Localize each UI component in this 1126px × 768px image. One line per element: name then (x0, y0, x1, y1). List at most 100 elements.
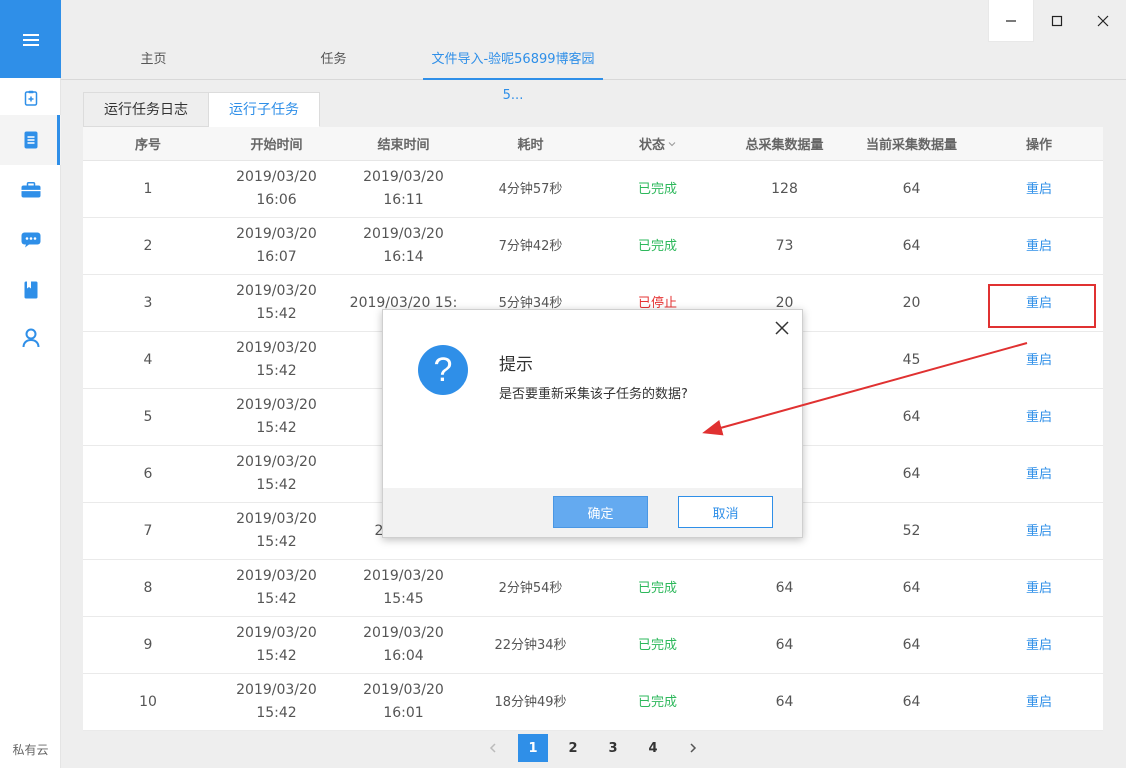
page-button-4[interactable]: 4 (638, 734, 668, 762)
cell-current-count: 64 (848, 617, 975, 673)
cell-current-count: 52 (848, 503, 975, 559)
cell-start-time: 2019/03/20 15:42 (213, 446, 340, 502)
clipboard-add-icon (24, 90, 37, 106)
cell-end-time-text: 2019/03/20 16:01 (363, 682, 444, 721)
restart-link[interactable]: 重启 (1026, 463, 1052, 486)
dialog-close-button[interactable] (774, 320, 790, 336)
page-button-2[interactable]: 2 (558, 734, 588, 762)
cell-start-time: 2019/03/20 15:42 (213, 275, 340, 331)
restart-link[interactable]: 重启 (1026, 235, 1052, 258)
prev-page-button[interactable] (478, 734, 508, 762)
window-controls (988, 0, 1126, 42)
sidebar-item-document[interactable] (0, 115, 61, 165)
minimize-button[interactable] (988, 0, 1034, 42)
status-text: 已完成 (637, 238, 677, 254)
cell-start-time-text: 2019/03/20 15:42 (236, 625, 317, 664)
restart-link[interactable]: 重启 (1026, 406, 1052, 429)
next-page-button[interactable] (678, 734, 708, 762)
restart-link[interactable]: 重启 (1026, 691, 1052, 714)
cell-total-count: 73 (721, 218, 848, 274)
cell-duration: 2分钟54秒 (467, 560, 594, 616)
sidebar-item-user[interactable] (0, 313, 61, 363)
restart-link[interactable]: 重启 (1026, 634, 1052, 657)
cancel-button[interactable]: 取消 (678, 496, 773, 528)
restart-link[interactable]: 重启 (1026, 349, 1052, 372)
cell-duration-text: 2分钟54秒 (498, 580, 563, 596)
tab-tasks[interactable]: 任务 (281, 42, 386, 80)
cell-start-time: 2019/03/20 15:42 (213, 389, 340, 445)
restart-link[interactable]: 重启 (1026, 520, 1052, 543)
cell-current-count-text: 45 (902, 351, 921, 368)
cell-duration-text: 22分钟34秒 (494, 637, 567, 653)
cell-start-time: 2019/03/20 16:06 (213, 161, 340, 217)
confirm-button[interactable]: 确定 (553, 496, 648, 528)
cell-total-count: 64 (721, 560, 848, 616)
briefcase-icon (21, 182, 40, 198)
cell-end-time: 2019/03/20 16:01 (340, 674, 467, 730)
table-row: 10 2019/03/20 15:42 2019/03/20 16:01 18分钟49… (83, 674, 1103, 731)
tab-run-task-log[interactable]: 运行任务日志 (83, 92, 209, 127)
cell-end-time: 2019/03/20 16:04 (340, 617, 467, 673)
cell-duration-text: 7分钟42秒 (498, 238, 563, 254)
header-total-count: 总采集数据量 (745, 138, 824, 153)
sidebar-item-book[interactable] (0, 265, 61, 315)
cell-index: 1 (83, 161, 213, 217)
tab-home[interactable]: 主页 (101, 42, 206, 80)
cell-current-count-text: 64 (902, 693, 921, 710)
cell-start-time-text: 2019/03/20 15:42 (236, 340, 317, 379)
page-button-1[interactable]: 1 (518, 734, 548, 762)
cell-start-time: 2019/03/20 15:42 (213, 503, 340, 559)
header-current-count: 当前采集数据量 (865, 138, 957, 153)
menu-toggle-button[interactable] (0, 0, 61, 78)
cell-start-time-text: 2019/03/20 15:42 (236, 454, 317, 493)
table-row: 2 2019/03/20 16:07 2019/03/20 16:14 7分钟42秒 已… (83, 218, 1103, 275)
cell-status: 已完成 (594, 218, 721, 274)
header-status[interactable]: 状态 (594, 127, 721, 160)
sidebar-item-chat[interactable] (0, 215, 61, 265)
restart-link[interactable]: 重启 (1026, 577, 1052, 600)
cell-action: 重启 (975, 446, 1103, 502)
header-index: 序号 (134, 138, 161, 153)
annotation-highlight-box (988, 284, 1096, 328)
cell-start-time-text: 2019/03/20 15:42 (236, 397, 317, 436)
top-tab-bar: 主页 任务 文件导入-验呢56899博客园5... (61, 42, 1126, 103)
cell-current-count-text: 64 (902, 636, 921, 653)
cell-current-count: 64 (848, 389, 975, 445)
cell-current-count: 64 (848, 674, 975, 730)
status-text: 已完成 (637, 580, 677, 596)
cell-duration: 22分钟34秒 (467, 617, 594, 673)
cell-index: 10 (83, 674, 213, 730)
cell-status: 已完成 (594, 161, 721, 217)
cell-end-time: 2019/03/20 15:45 (340, 560, 467, 616)
cell-current-count: 64 (848, 218, 975, 274)
cell-index: 2 (83, 218, 213, 274)
close-window-button[interactable] (1080, 0, 1126, 42)
cell-status: 已完成 (594, 674, 721, 730)
document-icon (24, 131, 37, 149)
cell-end-time: 2019/03/20 16:11 (340, 161, 467, 217)
table-header: 序号 开始时间 结束时间 耗时 状态 总采集数据量 当前采集数据量 操作 (83, 127, 1103, 161)
dialog-footer: 确定 取消 (383, 488, 802, 537)
cell-action: 重启 (975, 332, 1103, 388)
cell-current-count: 45 (848, 332, 975, 388)
tab-run-subtasks[interactable]: 运行子任务 (209, 92, 320, 127)
cell-index-text: 9 (143, 636, 153, 653)
cell-index-text: 8 (143, 579, 153, 596)
cell-start-time-text: 2019/03/20 15:42 (236, 511, 317, 550)
maximize-button[interactable] (1034, 0, 1080, 42)
dialog-title: 提示 (499, 355, 533, 375)
restart-link[interactable]: 重启 (1026, 178, 1052, 201)
cell-index-text: 1 (143, 180, 153, 197)
page-button-3[interactable]: 3 (598, 734, 628, 762)
cell-total-count-text: 64 (775, 693, 794, 710)
cell-end-time: 2019/03/20 16:14 (340, 218, 467, 274)
cell-start-time: 2019/03/20 15:42 (213, 617, 340, 673)
pagination: 1 2 3 4 (478, 734, 718, 762)
sidebar-item-add-task[interactable] (0, 78, 61, 118)
tab-file-import[interactable]: 文件导入-验呢56899博客园5... (423, 42, 603, 103)
cell-index: 8 (83, 560, 213, 616)
cell-start-time: 2019/03/20 16:07 (213, 218, 340, 274)
sidebar-item-briefcase[interactable] (0, 165, 61, 215)
header-start-time: 开始时间 (250, 138, 303, 153)
cell-index-text: 10 (139, 693, 157, 710)
